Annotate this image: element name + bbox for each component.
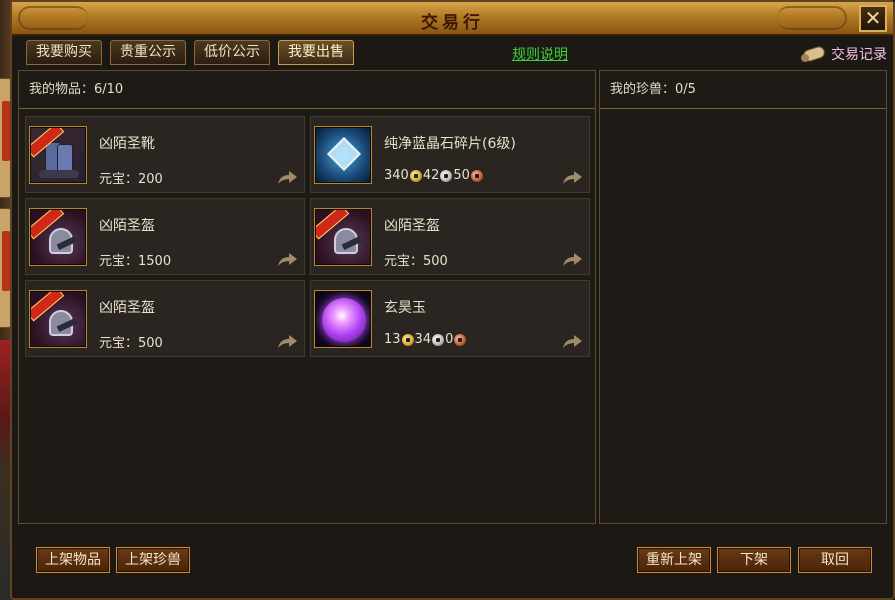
gold-coin-icon [409, 169, 422, 182]
price-copper: 50 [453, 168, 470, 183]
price-silver: 42 [422, 168, 440, 183]
price-gold: 340 [384, 168, 409, 183]
item-card[interactable]: 凶陌圣靴 元宝：200 [25, 116, 305, 193]
my-beasts-header: 我的珍兽：0/5 [600, 71, 886, 109]
tab-sell[interactable]: 我要出售 [278, 40, 354, 65]
trade-record-button[interactable]: 交易记录 [801, 42, 887, 66]
arrow-icon[interactable] [561, 169, 583, 185]
item-card[interactable]: 凶陌圣盔 元宝：500 [25, 280, 305, 357]
silver-coin-icon [432, 333, 445, 346]
gold-coin-icon [401, 333, 414, 346]
item-icon-frame[interactable] [29, 208, 87, 266]
item-name: 凶陌圣盔 [99, 218, 155, 234]
arrow-icon[interactable] [561, 333, 583, 349]
tab-valuable-notice[interactable]: 贵重公示 [110, 40, 186, 65]
helmet-icon [31, 210, 85, 264]
copper-coin-icon [470, 169, 483, 182]
my-items-panel: 我的物品：6/10 凶陌圣靴 元宝：200 纯净蓝晶石碎片(6级) 340 42… [18, 70, 596, 524]
arrow-icon[interactable] [561, 251, 583, 267]
helmet-icon [31, 292, 85, 346]
trade-record-label: 交易记录 [831, 47, 887, 63]
tab-buy[interactable]: 我要购买 [26, 40, 102, 65]
retrieve-button[interactable]: 取回 [798, 547, 872, 573]
item-price: 元宝：200 [99, 172, 163, 187]
silver-coin-icon [440, 169, 453, 182]
window-title: 交易行 [421, 13, 484, 33]
relist-button[interactable]: 重新上架 [637, 547, 711, 573]
close-button[interactable]: ✕ [859, 5, 887, 32]
item-grid: 凶陌圣靴 元宝：200 纯净蓝晶石碎片(6级) 340 42 50 凶陌圣盔 元… [25, 116, 590, 357]
delist-button[interactable]: 下架 [717, 547, 791, 573]
item-name: 玄昊玉 [384, 300, 426, 316]
item-icon-frame[interactable] [314, 208, 372, 266]
item-price: 元宝：500 [99, 336, 163, 351]
tab-bar: 我要购买 贵重公示 低价公示 我要出售 [26, 40, 354, 66]
item-name: 纯净蓝晶石碎片(6级) [384, 136, 516, 152]
title-bar[interactable]: 交易行 ✕ [12, 2, 893, 36]
item-price: 13 34 0 [384, 332, 467, 347]
item-name: 凶陌圣盔 [99, 300, 155, 316]
crystal-icon [316, 128, 370, 182]
price-copper: 0 [445, 332, 454, 347]
item-price: 元宝：1500 [99, 254, 172, 269]
item-card[interactable]: 凶陌圣盔 元宝：1500 [25, 198, 305, 275]
tab-lowprice-notice[interactable]: 低价公示 [194, 40, 270, 65]
item-card[interactable]: 玄昊玉 13 34 0 [310, 280, 590, 357]
jade-orb-icon [316, 292, 370, 346]
item-name: 凶陌圣盔 [384, 218, 440, 234]
item-price: 元宝：500 [384, 254, 448, 269]
price-silver: 34 [414, 332, 432, 347]
item-card[interactable]: 凶陌圣盔 元宝：500 [310, 198, 590, 275]
item-name: 凶陌圣靴 [99, 136, 155, 152]
my-beasts-panel: 我的珍兽：0/5 [599, 70, 887, 524]
item-icon-frame[interactable] [29, 290, 87, 348]
item-card[interactable]: 纯净蓝晶石碎片(6级) 340 42 50 [310, 116, 590, 193]
item-icon-frame[interactable] [314, 126, 372, 184]
arrow-icon[interactable] [276, 333, 298, 349]
item-icon-frame[interactable] [29, 126, 87, 184]
item-icon-frame[interactable] [314, 290, 372, 348]
my-items-header: 我的物品：6/10 [19, 71, 595, 109]
price-gold: 13 [384, 332, 401, 347]
item-price: 340 42 50 [384, 168, 484, 183]
scroll-icon [801, 44, 827, 64]
arrow-icon[interactable] [276, 169, 298, 185]
boots-icon [31, 128, 85, 182]
arrow-icon[interactable] [276, 251, 298, 267]
list-beast-button[interactable]: 上架珍兽 [116, 547, 190, 573]
list-item-button[interactable]: 上架物品 [36, 547, 110, 573]
copper-coin-icon [454, 333, 467, 346]
rules-link[interactable]: 规则说明 [512, 44, 568, 64]
helmet-icon [316, 210, 370, 264]
trade-window: 交易行 ✕ 我要购买 贵重公示 低价公示 我要出售 规则说明 交易记录 我的物品… [10, 0, 895, 600]
